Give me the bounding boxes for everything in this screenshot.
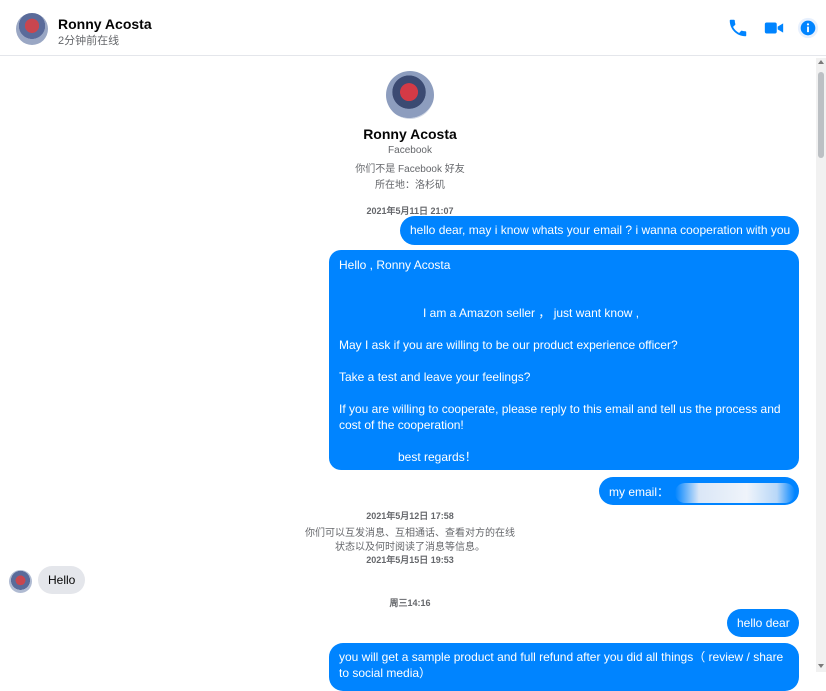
outgoing-message[interactable]: hello dear [727,609,799,637]
outgoing-message[interactable]: my email： [599,477,799,505]
message-line: I am a Amazon seller ， just want know , [423,306,640,320]
outgoing-message[interactable]: Hello , Ronny Acosta I am a Amazon selle… [329,250,799,470]
message-line: May I ask if you are willing to be our p… [339,338,678,352]
profile-avatar[interactable] [386,71,434,119]
message-text: hello dear, may i know whats your email … [410,223,791,237]
timestamp: 2021年5月12日 17:58 [366,511,454,521]
contact-avatar[interactable] [16,13,48,45]
scroll-up-icon[interactable] [818,60,824,64]
profile-name: Ronny Acosta [363,126,457,142]
phone-icon[interactable] [727,17,749,39]
message-line: Hello , Ronny Acosta [339,258,451,272]
video-camera-icon[interactable] [763,17,785,39]
sender-avatar[interactable] [9,570,32,593]
message-line: If you are willing to cooperate, please … [339,402,781,416]
outgoing-message[interactable]: you will get a sample product and full r… [329,643,799,691]
message-text: hello dear [737,616,790,630]
message-text: my email： [609,485,670,500]
message-text: Hello [48,573,76,587]
profile-source: Facebook [388,145,432,156]
message-line: you will get a sample product and full r… [339,650,784,664]
outgoing-message[interactable]: hello dear, may i know whats your email … [400,216,799,245]
connection-notice: 状态以及何时阅读了消息等信息。 [335,542,485,553]
friend-status: 你们不是 Facebook 好友 [355,164,465,175]
incoming-message[interactable]: Hello [38,566,85,594]
profile-location: 所在地：洛杉矶 [375,180,445,191]
connection-notice: 你们可以互发消息、互相通话、查看对方的在线 [305,528,515,539]
conversation-header: Ronny Acosta 2分钟前在线 [0,0,826,56]
timestamp: 2021年5月15日 19:53 [366,555,454,565]
message-line: best regards！ [398,450,477,464]
contact-name[interactable]: Ronny Acosta [58,16,152,32]
timestamp: 周三14:16 [389,598,431,608]
scroll-down-icon[interactable] [818,664,824,668]
info-icon[interactable] [797,17,819,39]
message-line: cost of the cooperation! [339,418,464,432]
contact-status: 2分钟前在线 [58,35,120,47]
message-line: Take a test and leave your feelings? [339,370,531,384]
redacted-email-blur [675,483,796,503]
